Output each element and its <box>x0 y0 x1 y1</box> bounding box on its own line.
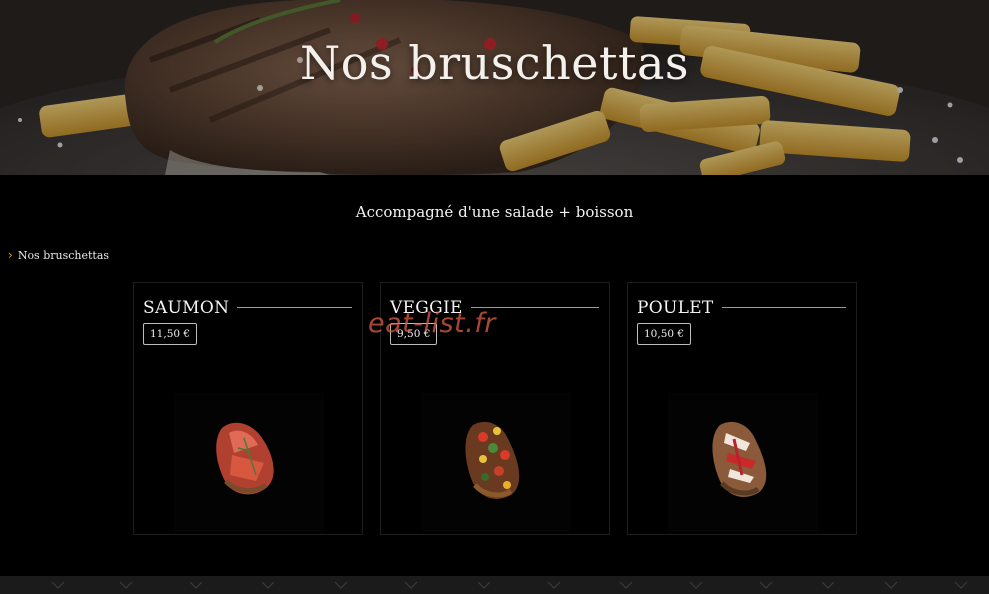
footer-pattern-strip <box>0 576 989 594</box>
title-divider <box>714 307 846 308</box>
salmon-bruschetta-photo <box>174 393 324 533</box>
price-badge: 9,50 € <box>390 323 438 345</box>
chevron-pattern-icon <box>51 581 968 589</box>
section-subtitle: Accompagné d'une salade + boisson <box>355 203 634 221</box>
product-name: VEGGIE <box>390 298 471 318</box>
product-name: SAUMON <box>143 298 238 318</box>
price-badge: 10,50 € <box>637 323 692 345</box>
breadcrumb-label[interactable]: Nos bruschettas <box>18 249 109 262</box>
veggie-bruschetta-photo <box>421 393 571 533</box>
breadcrumb[interactable]: › Nos bruschettas <box>8 248 109 262</box>
title-divider <box>463 307 599 308</box>
product-card-saumon[interactable]: SAUMON 11,50 € <box>133 282 363 535</box>
price-badge: 11,50 € <box>143 323 198 345</box>
page-title: Nos bruschettas <box>300 36 689 90</box>
hero-banner: Nos bruschettas <box>0 0 989 175</box>
product-name: POULET <box>637 298 722 318</box>
title-divider <box>226 307 352 308</box>
product-card-veggie[interactable]: VEGGIE 9,50 € <box>380 282 610 535</box>
product-card-poulet[interactable]: POULET 10,50 € <box>627 282 857 535</box>
chevron-right-icon: › <box>8 248 13 262</box>
chicken-bruschetta-photo <box>668 393 818 533</box>
